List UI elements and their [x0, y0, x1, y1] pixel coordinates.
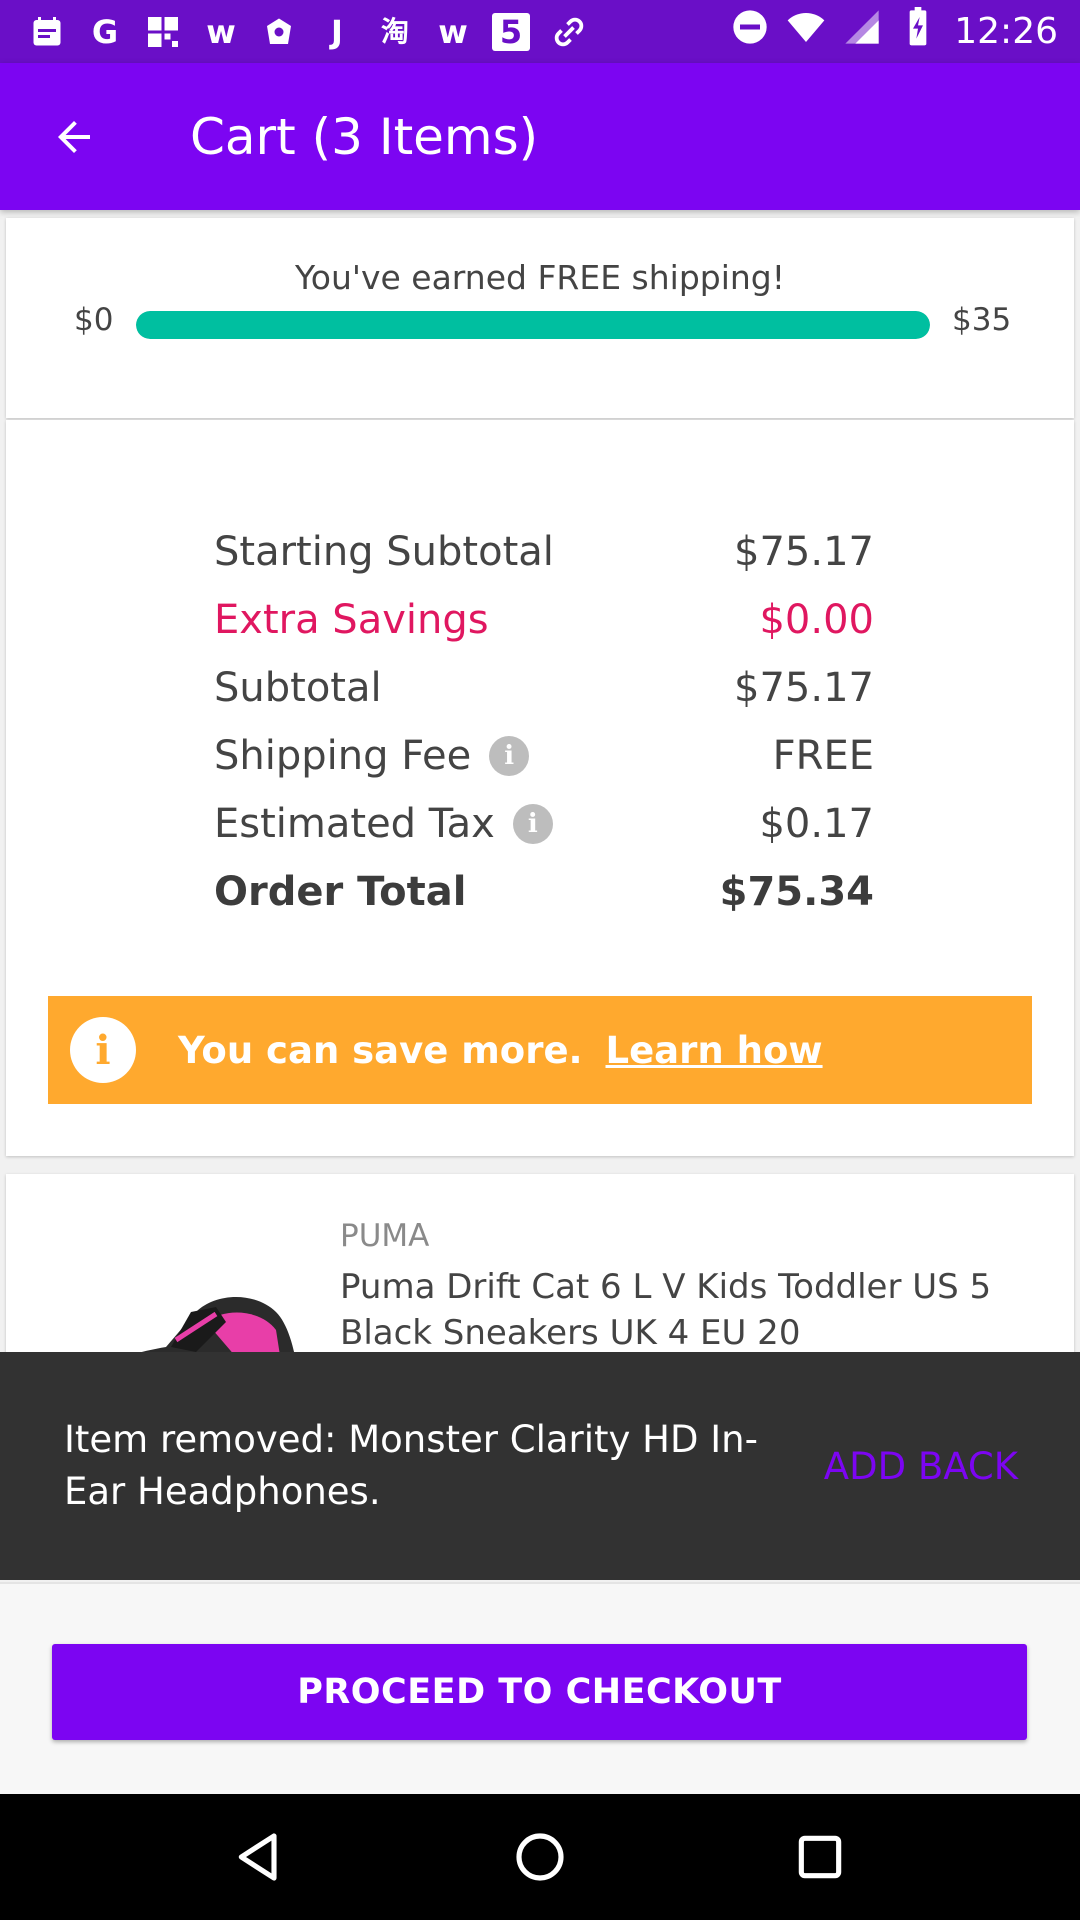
square-recents-icon [798, 1835, 842, 1879]
grid-app-icon [144, 13, 182, 51]
cart-item[interactable]: PUMA Puma Drift Cat 6 L V Kids Toddler U… [6, 1174, 1074, 1374]
estimated-tax-row: Estimated Tax i $0.17 [214, 790, 874, 858]
subtotal-label: Subtotal [214, 665, 382, 711]
proceed-to-checkout-button[interactable]: PROCEED TO CHECKOUT [52, 1644, 1027, 1740]
info-icon[interactable]: i [512, 804, 553, 844]
system-nav-bar [0, 1794, 1080, 1920]
snackbar-message: Item removed: Monster Clarity HD In-Ear … [64, 1418, 758, 1513]
starting-subtotal-value: $75.17 [734, 529, 874, 575]
app-bar: Cart (3 Items) [0, 63, 1080, 210]
save-more-banner: i You can save more. Learn how [48, 996, 1032, 1104]
order-total-label: Order Total [214, 869, 467, 915]
extra-savings-row: Extra Savings $0.00 [214, 586, 874, 654]
subtotal-row: Subtotal $75.17 [214, 654, 874, 722]
html5-icon: 5 [492, 12, 530, 51]
nav-home-button[interactable] [510, 1827, 570, 1887]
save-more-text: You can save more. [178, 1028, 596, 1072]
extra-savings-value: $0.00 [759, 597, 874, 643]
shipping-fee-value: FREE [772, 733, 874, 779]
nav-back-button[interactable] [230, 1827, 290, 1887]
wifi-icon [786, 7, 826, 56]
circle-home-icon [516, 1833, 564, 1881]
system-status: 12:26 [730, 7, 1058, 56]
walmart-w-icon: w [206, 12, 236, 51]
learn-how-link[interactable]: Learn how [606, 1029, 823, 1072]
estimated-tax-label: Estimated Tax [214, 801, 495, 847]
signal-icon [842, 7, 882, 56]
order-summary: Starting Subtotal $75.17 Extra Savings $… [214, 518, 874, 926]
status-bar: G w J 淘 w 5 12:26 [0, 0, 1080, 63]
clock: 12:26 [954, 11, 1058, 52]
shipping-range-min: $0 [74, 302, 114, 338]
back-button[interactable] [44, 107, 104, 167]
item-removed-snackbar: Item removed: Monster Clarity HD In-Ear … [0, 1352, 1080, 1580]
info-icon[interactable]: i [489, 736, 530, 776]
add-back-button[interactable]: ADD BACK [824, 1445, 1018, 1488]
shipping-progress-fill [136, 311, 930, 339]
order-total-value: $75.34 [719, 869, 874, 915]
triangle-back-icon [238, 1833, 277, 1881]
battery-icon [898, 7, 938, 56]
starting-subtotal-row: Starting Subtotal $75.17 [214, 518, 874, 586]
shipping-fee-label: Shipping Fee [214, 733, 472, 779]
starting-subtotal-label: Starting Subtotal [214, 529, 554, 575]
order-total-row: Order Total $75.34 [214, 858, 874, 926]
free-shipping-card: You've earned FREE shipping! $0 $35 [6, 218, 1074, 418]
subtotal-value: $75.17 [734, 665, 874, 711]
notification-icons: G w J 淘 w 5 [28, 12, 588, 51]
j-app-icon: J [331, 12, 343, 51]
shipping-fee-row: Shipping Fee i FREE [214, 722, 874, 790]
shipping-range-max: $35 [952, 302, 1012, 338]
page-title: Cart (3 Items) [190, 107, 539, 166]
shopping-bag-icon [260, 13, 298, 51]
arrow-left-icon [58, 120, 90, 153]
product-brand: PUMA [340, 1218, 430, 1254]
taobao-icon: 淘 [380, 14, 409, 48]
product-name[interactable]: Puma Drift Cat 6 L V Kids Toddler US 5 B… [340, 1264, 1020, 1356]
info-icon: i [70, 1017, 136, 1083]
link-app-icon [550, 13, 588, 51]
nav-recents-button[interactable] [790, 1827, 850, 1887]
google-icon: G [91, 12, 119, 51]
checkout-footer: PROCEED TO CHECKOUT [0, 1582, 1080, 1794]
order-summary-card: Starting Subtotal $75.17 Extra Savings $… [6, 420, 1074, 1156]
cart-screen: G w J 淘 w 5 12:26 Cart (3 Items) You've … [0, 0, 1080, 1920]
shipping-progress-bar [136, 311, 930, 339]
do-not-disturb-icon [730, 7, 770, 56]
estimated-tax-value: $0.17 [759, 801, 874, 847]
extra-savings-label: Extra Savings [214, 597, 489, 643]
free-shipping-message: You've earned FREE shipping! [295, 258, 785, 297]
calendar-icon [28, 13, 66, 51]
walmart-w-icon: w [438, 12, 468, 51]
